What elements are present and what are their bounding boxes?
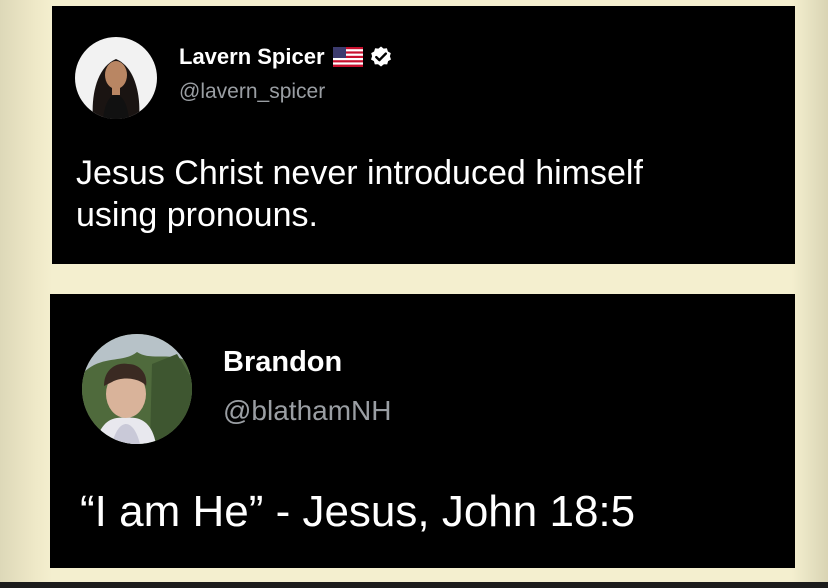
us-flag-icon <box>332 47 363 67</box>
tweet-card-lavern: Lavern Spicer @lavern_spicer Jesus Chris… <box>52 6 795 264</box>
tweet-2-name-row: Brandon <box>223 346 342 379</box>
user-handle[interactable]: @blathamNH <box>223 395 391 427</box>
bottom-bar <box>0 582 828 588</box>
tweet-text-line: Jesus Christ never introduced himself <box>76 154 643 192</box>
avatar-lavern[interactable] <box>75 37 157 119</box>
user-handle[interactable]: @lavern_spicer <box>179 80 325 104</box>
verified-badge-icon <box>369 45 393 69</box>
tweet-text: Jesus Christ never introduced himself us… <box>76 152 776 236</box>
avatar-brandon-image <box>82 334 192 444</box>
display-name[interactable]: Brandon <box>223 346 342 379</box>
avatar-brandon[interactable] <box>82 334 192 444</box>
tweet-text-line: using pronouns. <box>76 196 318 234</box>
avatar-lavern-image <box>75 37 157 119</box>
tweet-text: “I am He” - Jesus, John 18:5 <box>80 487 636 536</box>
tweet-1-name-row: Lavern Spicer <box>179 44 393 70</box>
display-name[interactable]: Lavern Spicer <box>179 44 325 70</box>
background-edge-left <box>0 0 52 588</box>
background-edge-right <box>792 0 828 588</box>
tweet-card-brandon: Brandon @blathamNH “I am He” - Jesus, Jo… <box>50 294 795 568</box>
